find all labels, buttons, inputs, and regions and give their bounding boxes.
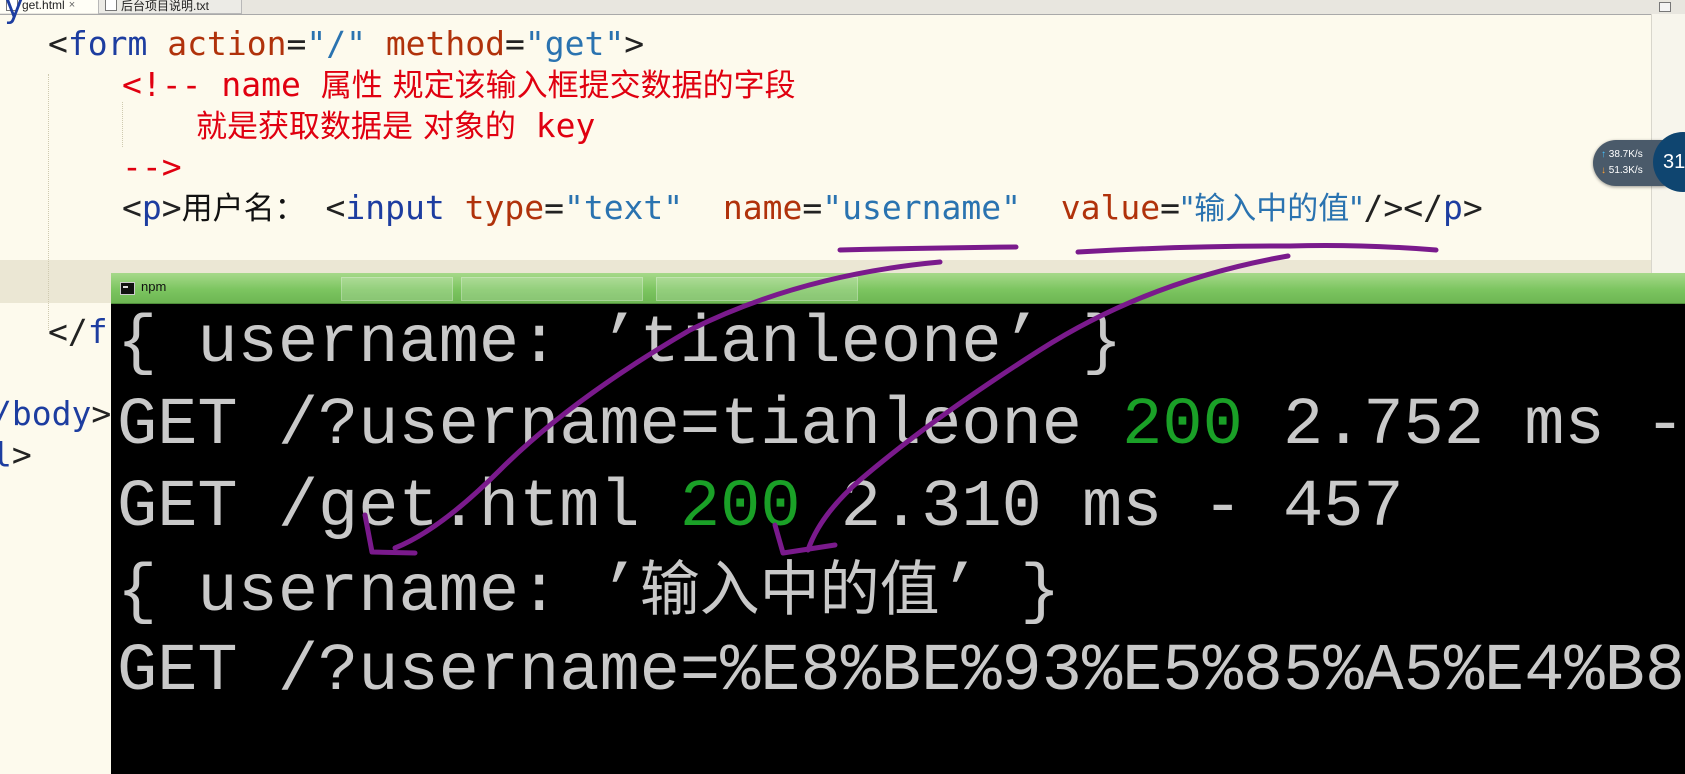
console-window[interactable]: npm { username: ’tianleone’ } GET /?user… bbox=[111, 273, 1685, 774]
code-token: name bbox=[722, 188, 803, 227]
status-code: 200 bbox=[1122, 388, 1243, 464]
code-token: </ bbox=[1403, 188, 1443, 227]
code-token: p bbox=[1442, 188, 1463, 227]
code-text: 用户名： bbox=[181, 191, 306, 227]
code-token: < bbox=[48, 24, 68, 63]
code-line-comment-1: <!-- name 属性 规定该输入框提交数据的字段 bbox=[122, 63, 796, 108]
code-line-body-close: /body> bbox=[0, 392, 111, 436]
code-token: /> bbox=[1363, 188, 1404, 227]
titlebar-ghost-tab bbox=[341, 277, 453, 301]
indent-guide bbox=[122, 102, 124, 147]
code-token: </ bbox=[48, 312, 88, 351]
download-unit: K/s bbox=[1628, 165, 1643, 176]
console-text: ’ } bbox=[939, 555, 1061, 631]
code-line-form-close: </f bbox=[48, 310, 108, 354]
code-token: = bbox=[1160, 188, 1180, 227]
comment-token: key bbox=[535, 106, 596, 145]
code-token: = bbox=[505, 24, 525, 63]
console-text: GET /get.html bbox=[117, 470, 680, 546]
console-line: GET /get.html 200 2.310 ms - 457 bbox=[117, 468, 1404, 548]
code-token: "text" bbox=[563, 188, 684, 227]
code-line-input: <p>用户名： <input type="text" name="usernam… bbox=[122, 186, 1483, 231]
code-token: < bbox=[122, 188, 142, 227]
console-text: 2.752 ms - 36 bbox=[1283, 388, 1685, 464]
code-token: > bbox=[1462, 188, 1483, 227]
code-token: > bbox=[161, 188, 182, 227]
status-code: 200 bbox=[679, 470, 801, 546]
console-text: 2.310 ms - 457 bbox=[800, 470, 1404, 546]
code-token: method bbox=[385, 24, 506, 63]
code-token: f bbox=[87, 312, 108, 351]
code-line-html-close: l> bbox=[0, 433, 32, 477]
code-token: action bbox=[167, 24, 287, 63]
download-speed: 51.3 bbox=[1608, 165, 1629, 176]
upload-arrow-icon: ↑ bbox=[1601, 149, 1606, 160]
upload-speed: 38.7 bbox=[1608, 149, 1629, 160]
console-title: npm bbox=[141, 279, 167, 294]
download-arrow-icon: ↓ bbox=[1601, 165, 1606, 176]
code-token: = bbox=[802, 188, 823, 227]
code-token: > bbox=[624, 24, 645, 63]
code-token: = bbox=[286, 24, 307, 63]
tab-label: 后台项目说明.txt bbox=[121, 0, 210, 13]
code-token: "username" bbox=[822, 188, 1021, 227]
comment-text: 属性 规定该输入框提交数据的字段 bbox=[320, 68, 796, 104]
editor-tab-bar: get.html × 后台项目说明.txt bbox=[0, 0, 1685, 15]
code-token: "get" bbox=[524, 24, 625, 63]
comment-token: name bbox=[221, 65, 301, 104]
code-token: > bbox=[91, 394, 112, 433]
code-token: "输入中的值" bbox=[1179, 191, 1364, 227]
console-titlebar[interactable]: npm bbox=[111, 273, 1685, 304]
code-token: p bbox=[141, 188, 162, 227]
code-token: /body bbox=[0, 394, 92, 433]
code-token: < bbox=[325, 188, 346, 227]
console-line: GET /?username=%E8%BE%93%E5%85%A5%E4%B8%… bbox=[117, 634, 1685, 710]
code-line-comment-close: --> bbox=[122, 147, 182, 186]
upload-unit: K/s bbox=[1628, 149, 1643, 160]
close-tab-icon[interactable]: × bbox=[69, 0, 75, 11]
console-line: GET /?username=tianleone 200 2.752 ms - … bbox=[117, 386, 1685, 466]
console-line: { username: ’tianleone’ } bbox=[117, 306, 1123, 382]
code-token: value bbox=[1060, 188, 1161, 227]
code-token: > bbox=[11, 435, 32, 474]
code-token: = bbox=[544, 188, 564, 227]
widget-badge: 31 bbox=[1653, 132, 1685, 192]
console-output: { username: ’tianleone’ } GET /?username… bbox=[111, 304, 1685, 774]
code-token: "/" bbox=[306, 24, 366, 63]
maximize-icon[interactable] bbox=[1659, 2, 1671, 12]
console-text: GET /?username=tianleone bbox=[117, 388, 1123, 464]
console-app-icon bbox=[120, 282, 135, 295]
code-line-comment-2: 就是获取数据是 对象的 key bbox=[196, 104, 595, 149]
code-line-partial: y bbox=[4, 0, 24, 25]
text-file-icon bbox=[105, 0, 117, 11]
titlebar-ghost-tab bbox=[656, 277, 858, 301]
code-token: form bbox=[67, 24, 148, 63]
indent-guide bbox=[48, 74, 50, 330]
code-token: l bbox=[0, 435, 12, 474]
comment-open: <!-- bbox=[122, 65, 202, 104]
console-text: 输入中的值 bbox=[639, 555, 940, 625]
console-line: { username: ’输入中的值’ } bbox=[117, 550, 1060, 633]
tab-readme-txt[interactable]: 后台项目说明.txt bbox=[98, 0, 242, 14]
code-token: type bbox=[464, 188, 545, 227]
comment-text: 就是获取数据是 对象的 bbox=[196, 109, 516, 145]
network-speed-widget[interactable]: ↑ 38.7K/s ↓ 51.3K/s 31 bbox=[1593, 132, 1685, 192]
titlebar-ghost-tab bbox=[461, 277, 643, 301]
console-text: { username: ’ bbox=[117, 555, 640, 631]
code-token: input bbox=[345, 188, 445, 227]
code-line-form-open: <form action="/" method="get"> bbox=[48, 22, 644, 66]
tab-label: get.html bbox=[22, 0, 65, 12]
